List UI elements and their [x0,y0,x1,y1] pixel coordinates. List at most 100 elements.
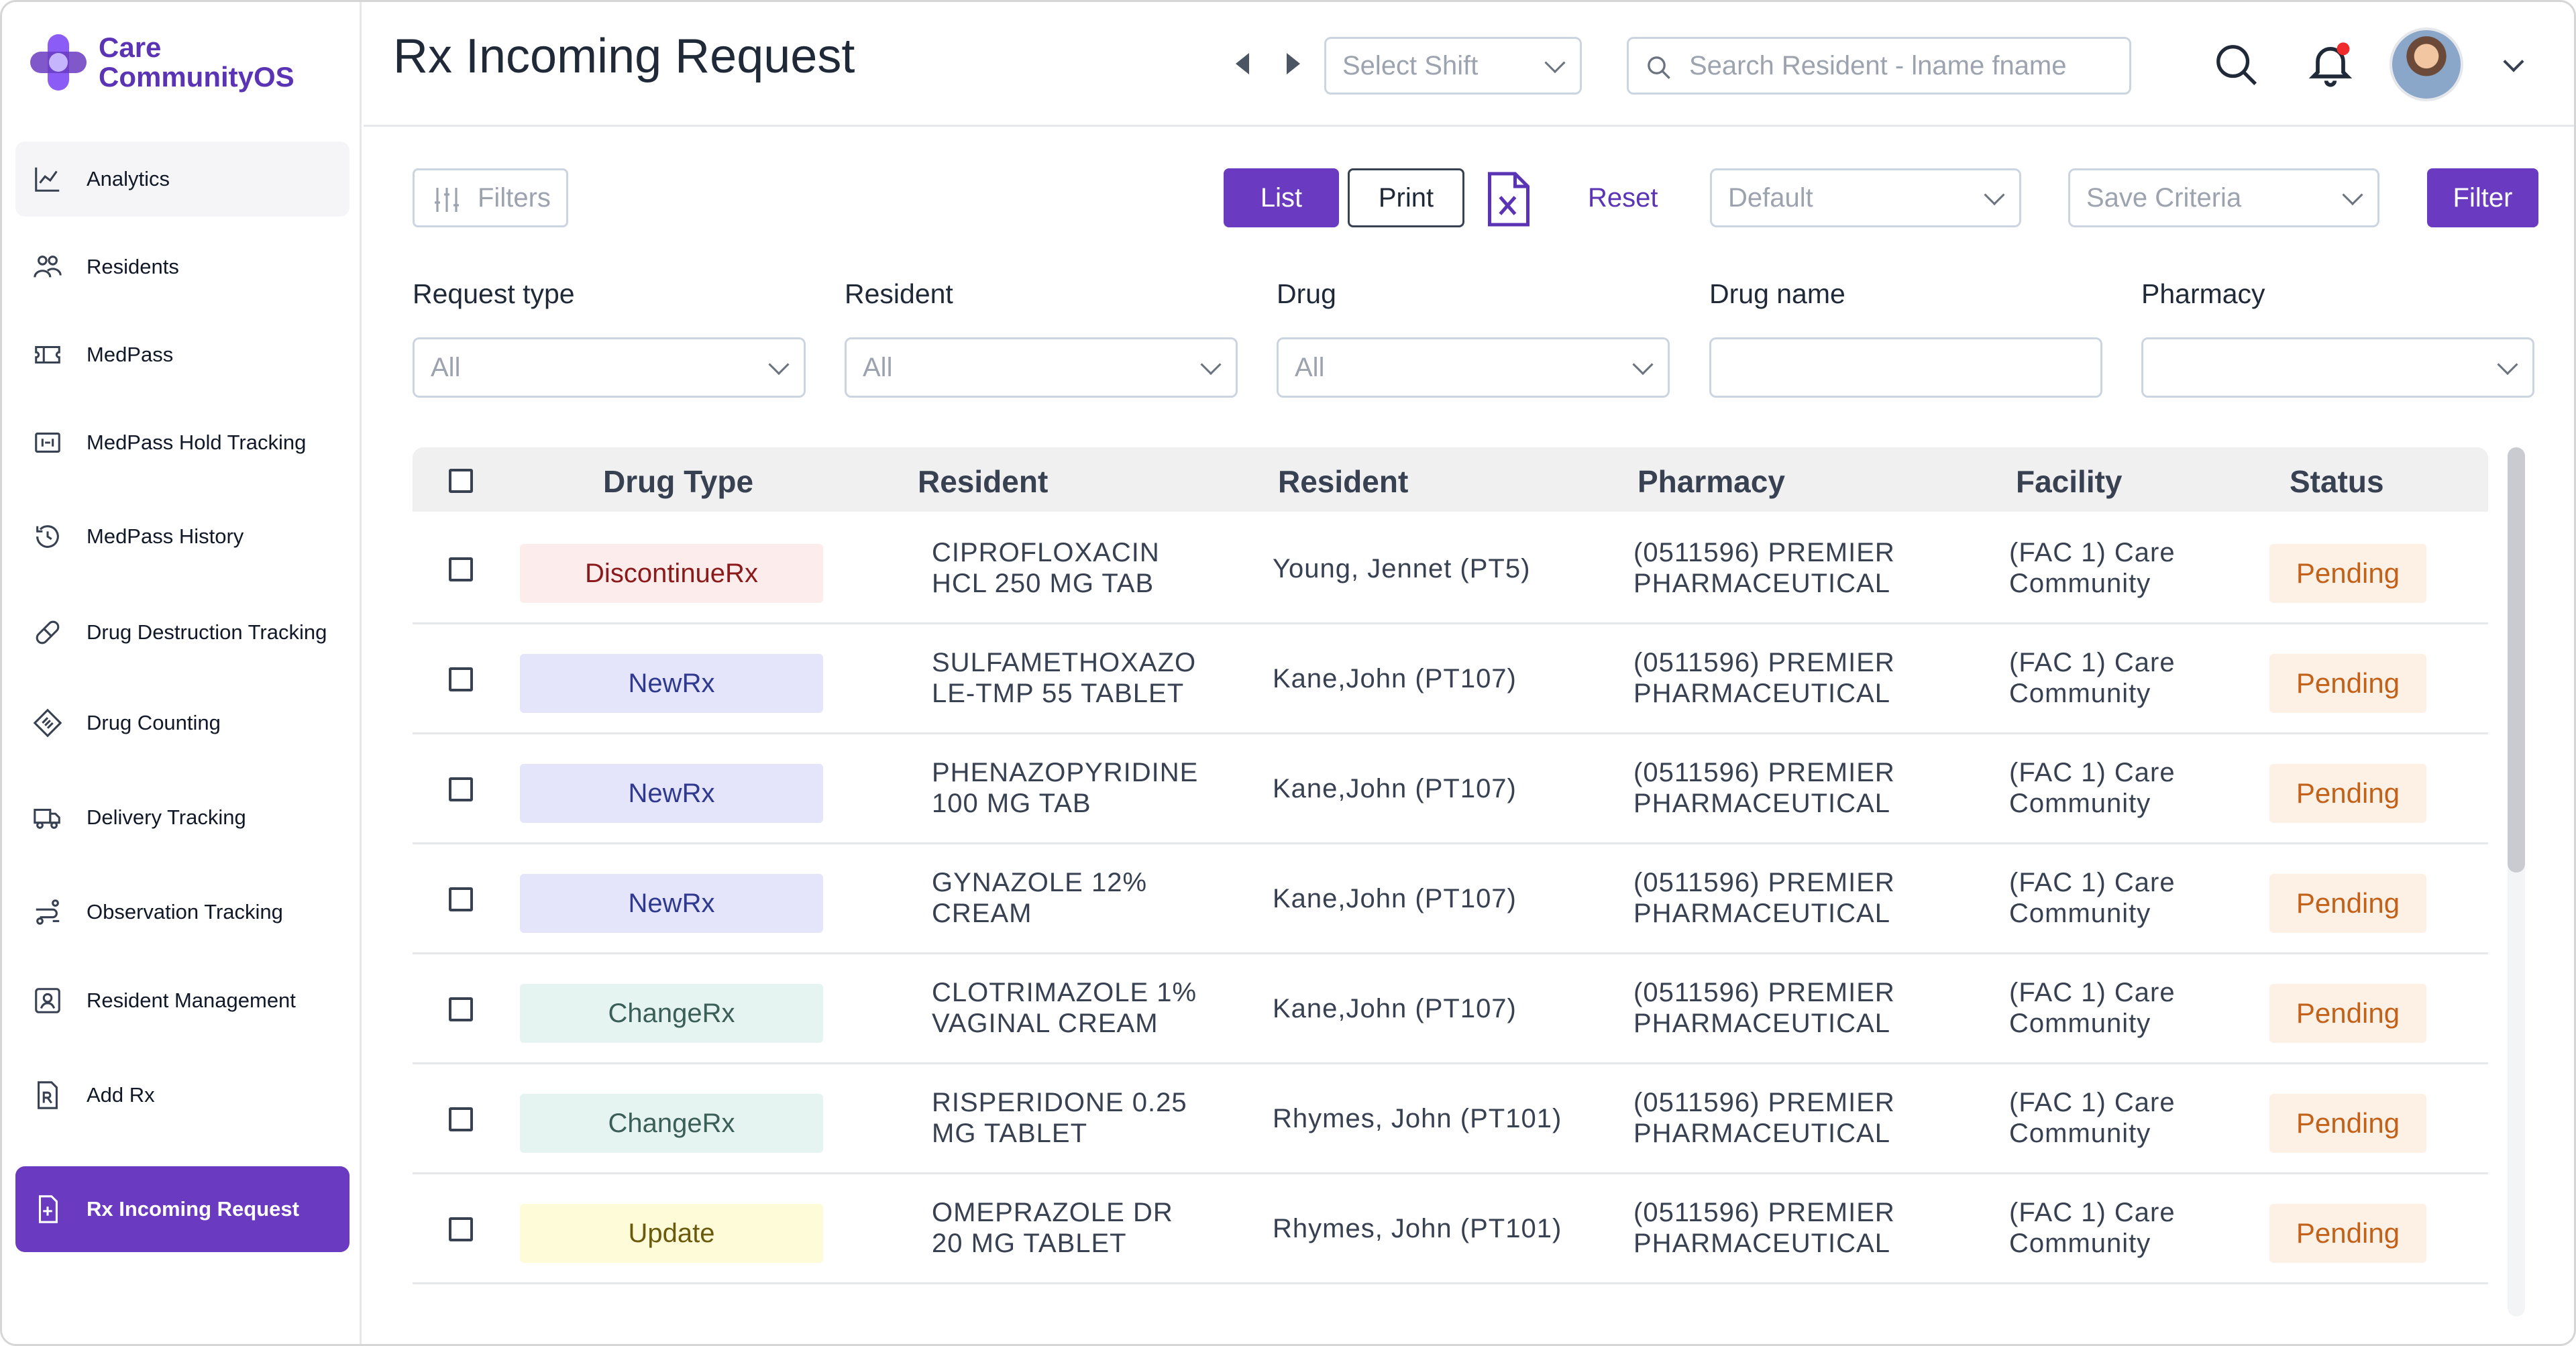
column-header-resident[interactable]: Resident [1278,463,1408,500]
sidebar-item-resident-management[interactable]: Resident Management [15,963,350,1038]
column-header-facility[interactable]: Facility [2016,463,2123,500]
table-row[interactable]: Update OMEPRAZOLE DR 20 MG TABLET Rhymes, J… [413,1174,2488,1284]
sidebar-item-label: Delivery Tracking [87,805,246,829]
request-type-select[interactable]: All [413,337,806,398]
sidebar-item-analytics[interactable]: Analytics [15,142,350,217]
column-header-pharmacy[interactable]: Pharmacy [1638,463,1785,500]
facility-cell: (FAC 1) Care Community [2009,757,2176,819]
select-all-checkbox[interactable] [449,469,473,493]
drug-name-input[interactable] [1709,337,2102,398]
filters-button[interactable]: Filters [413,168,568,227]
table-row[interactable]: ChangeRx CLOTRIMAZOLE 1% VAGINAL CREAM Kane… [413,954,2488,1064]
app-window: Care CommunityOS Analytics Residents Med… [0,0,2576,1346]
pharmacy-line: PHARMACEUTICAL [1633,1229,1890,1258]
facility-line: Community [2009,569,2151,598]
sidebar-item-rx-incoming-request[interactable]: Rx Incoming Request [15,1166,350,1252]
sidebar-item-residents[interactable]: Residents [15,229,350,304]
drug-line: OMEPRAZOLE DR [932,1198,1173,1227]
excel-export-icon[interactable] [1483,171,1534,227]
drug-cell: CIPROFLOXACIN HCL 250 MG TAB [932,537,1160,599]
drug-line: VAGINAL CREAM [932,1009,1159,1038]
route-icon [29,893,66,931]
sidebar-item-medpass-history[interactable]: MedPass History [15,499,350,574]
row-checkbox[interactable] [449,1107,473,1131]
drug-cell: GYNAZOLE 12% CREAM [932,867,1147,929]
pharmacy-line: (0511596) PREMIER [1633,1088,1895,1117]
shift-select[interactable]: Select Shift [1324,37,1582,95]
resident-filter-select[interactable]: All [845,337,1238,398]
reset-link[interactable]: Reset [1588,183,1658,213]
pharmacy-filter-select[interactable] [2141,337,2534,398]
sidebar-item-observation-tracking[interactable]: Observation Tracking [15,875,350,950]
row-checkbox[interactable] [449,777,473,801]
next-shift-arrow-icon[interactable] [1287,53,1300,74]
sidebar-item-label: Resident Management [87,989,296,1012]
column-header-drug-type[interactable]: Drug Type [603,463,753,500]
table-row[interactable]: ChangeRx RISPERIDONE 0.25 MG TABLET Rhymes,… [413,1064,2488,1174]
drug-cell: PHENAZOPYRIDINE 100 MG TAB [932,757,1198,819]
status-badge: Pending [2269,1204,2426,1263]
table-row[interactable]: NewRx PHENAZOPYRIDINE 100 MG TAB Kane,John … [413,734,2488,844]
pharmacy-line: PHARMACEUTICAL [1633,899,1890,928]
drug-filter-select[interactable]: All [1277,337,1670,398]
facility-line: Community [2009,1119,2151,1148]
save-criteria-select[interactable]: Save Criteria [2068,168,2379,227]
row-checkbox[interactable] [449,557,473,581]
previous-shift-arrow-icon[interactable] [1236,53,1249,74]
drug-line: 100 MG TAB [932,789,1091,818]
pharmacy-line: (0511596) PREMIER [1633,758,1895,787]
pharmacy-cell: (0511596) PREMIER PHARMACEUTICAL [1633,757,1895,819]
table-row[interactable]: DiscontinueRx CIPROFLOXACIN HCL 250 MG TAB… [413,514,2488,624]
scrollbar-thumb[interactable] [2508,447,2525,873]
facility-line: (FAC 1) Care [2009,648,2176,677]
truck-icon [29,799,66,836]
pharmacy-line: PHARMACEUTICAL [1633,1009,1890,1038]
resident-cell: Kane,John (PT107) [1273,774,1517,803]
resident-cell: Kane,John (PT107) [1273,664,1517,693]
status-badge: Pending [2269,984,2426,1043]
top-header: Rx Incoming Request Select Shift Search … [364,2,2574,127]
sidebar-item-drug-destruction-tracking[interactable]: Drug Destruction Tracking [15,595,350,670]
tag-icon [29,704,66,742]
brand-line1: Care [99,32,162,63]
sidebar-item-medpass-hold-tracking[interactable]: MedPass Hold Tracking [15,405,350,480]
bell-icon[interactable] [2305,37,2356,91]
request-type-label: Request type [413,278,575,309]
facility-line: Community [2009,679,2151,708]
print-button[interactable]: Print [1348,168,1464,227]
facility-line: Community [2009,1229,2151,1258]
avatar[interactable] [2390,27,2463,101]
criteria-select[interactable]: Default [1710,168,2021,227]
drug-name-label: Drug name [1709,278,1845,309]
table-row[interactable]: NewRx GYNAZOLE 12% CREAM Kane,John (PT107) (… [413,844,2488,954]
sidebar-item-delivery-tracking[interactable]: Delivery Tracking [15,780,350,855]
list-button[interactable]: List [1224,168,1339,227]
pill-icon [29,614,66,651]
sidebar-item-drug-counting[interactable]: Drug Counting [15,685,350,761]
pharmacy-filter-label: Pharmacy [2141,278,2265,309]
sidebar-item-add-rx[interactable]: Add Rx [15,1058,350,1133]
pharmacy-line: PHARMACEUTICAL [1633,1119,1890,1148]
pharmacy-line: (0511596) PREMIER [1633,868,1895,897]
drug-filter-value: All [1295,352,1325,382]
facility-cell: (FAC 1) Care Community [2009,867,2176,929]
brand-logo[interactable]: Care CommunityOS [28,32,294,93]
table-row[interactable]: NewRx SULFAMETHOXAZO LE-TMP 55 TABLET Kane,… [413,624,2488,734]
brand-line2: CommunityOS [99,61,294,93]
sidebar-item-medpass[interactable]: MedPass [15,317,350,392]
column-header-drug[interactable]: Resident [918,463,1048,500]
drug-type-badge: ChangeRx [520,984,823,1043]
row-checkbox[interactable] [449,667,473,691]
drug-cell: RISPERIDONE 0.25 MG TABLET [932,1087,1187,1149]
column-header-status[interactable]: Status [2290,463,2384,500]
chevron-down-icon [1632,354,1654,376]
row-checkbox[interactable] [449,1217,473,1241]
search-icon[interactable] [2212,41,2259,88]
filter-button[interactable]: Filter [2427,168,2538,227]
table-scrollbar[interactable] [2508,447,2525,1316]
sidebar-item-label: Drug Destruction Tracking [87,620,327,644]
resident-search-input[interactable]: Search Resident - lname fname [1627,37,2131,95]
chevron-down-icon[interactable] [2503,51,2524,72]
row-checkbox[interactable] [449,997,473,1021]
row-checkbox[interactable] [449,887,473,911]
